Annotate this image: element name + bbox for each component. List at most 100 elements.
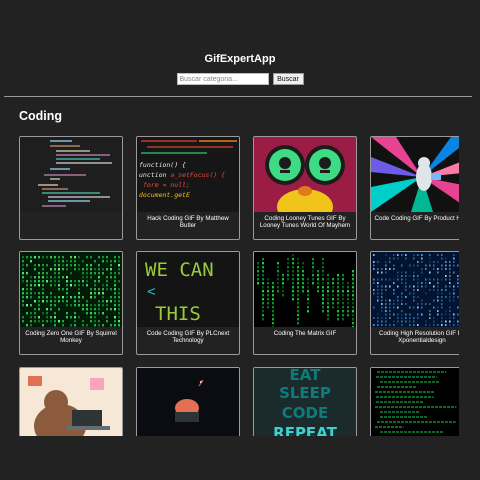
binary-digit — [381, 324, 383, 326]
gif-card[interactable]: WE CAN < THIS Code Coding GIF By PLCnext… — [136, 251, 240, 355]
matrix-glyph — [257, 278, 259, 281]
matrix-glyph — [347, 286, 349, 289]
binary-digit — [62, 276, 64, 279]
matrix-glyph — [337, 306, 339, 309]
gif-card[interactable]: Coding The Matrix GIF — [253, 251, 357, 355]
gif-card[interactable] — [370, 367, 459, 436]
binary-digit — [421, 306, 423, 309]
binary-digit — [58, 308, 60, 311]
search-input[interactable] — [176, 73, 269, 85]
matrix-glyph — [297, 274, 299, 277]
gif-card[interactable] — [136, 367, 240, 436]
binary-digit — [58, 320, 60, 323]
binary-digit — [58, 296, 60, 299]
binary-digit — [74, 304, 76, 307]
binary-digit — [441, 299, 443, 302]
binary-digit — [393, 303, 395, 305]
binary-digit — [409, 313, 411, 316]
binary-digit — [82, 260, 84, 263]
binary-digit — [393, 257, 395, 260]
binary-digit — [401, 317, 403, 319]
binary-digit — [50, 268, 52, 271]
gif-card[interactable] — [19, 136, 123, 240]
binary-digit — [42, 284, 44, 287]
binary-digit — [385, 303, 387, 305]
binary-digit — [377, 261, 379, 263]
binary-digit — [373, 324, 375, 326]
gif-card[interactable] — [19, 367, 123, 436]
binary-digit — [70, 264, 72, 267]
binary-digit — [405, 303, 407, 305]
binary-digit — [449, 285, 451, 288]
gif-card[interactable]: Code Coding GIF By Product Hunt — [370, 136, 459, 240]
binary-digit — [441, 268, 443, 270]
binary-digit — [449, 299, 451, 302]
binary-digit — [453, 257, 455, 260]
gif-card[interactable]: function() { unction a_setFocus() { form… — [136, 136, 240, 240]
matrix-glyph — [327, 314, 329, 317]
binary-digit — [54, 280, 56, 283]
binary-digit — [393, 292, 395, 295]
gif-card[interactable]: Coding Zero One GIF By Squirrel Monkey — [19, 251, 123, 355]
matrix-glyph — [297, 318, 299, 321]
binary-digit — [393, 306, 395, 309]
binary-digit — [46, 316, 48, 319]
sleep-line: SLEEP — [279, 384, 331, 402]
binary-digit — [437, 306, 439, 309]
binary-digit — [106, 288, 108, 291]
binary-digit — [429, 324, 431, 326]
binary-digit — [90, 268, 92, 271]
binary-digit — [98, 276, 100, 279]
gif-card[interactable]: Coding Looney Tunes GIF By Looney Tunes … — [253, 136, 357, 240]
binary-digit — [66, 280, 68, 283]
binary-digit — [405, 282, 407, 284]
matrix-glyph — [322, 298, 324, 301]
matrix-glyph — [352, 302, 354, 305]
binary-digit — [437, 310, 439, 312]
binary-digit — [417, 254, 419, 256]
matrix-glyph — [267, 286, 269, 289]
binary-digit — [449, 324, 451, 326]
gif-card[interactable]: Coding High Resolution GIF By Xponential… — [370, 251, 459, 355]
matrix-glyph — [262, 262, 264, 265]
code-line: CODE — [282, 404, 328, 422]
binary-digit — [433, 261, 435, 263]
binary-digit — [58, 280, 60, 283]
binary-digit — [94, 280, 96, 283]
matrix-glyph — [267, 278, 269, 281]
binary-rain-thumbnail — [20, 252, 122, 327]
matrix-glyph — [297, 270, 299, 273]
matrix-glyph — [352, 314, 354, 317]
matrix-glyph — [332, 302, 334, 305]
binary-digit — [118, 280, 120, 283]
binary-digit — [30, 288, 32, 291]
binary-digit — [405, 289, 407, 291]
binary-digit — [385, 310, 387, 312]
matrix-glyph — [352, 290, 354, 293]
gif-card[interactable]: EAT SLEEP CODE REPEAT — [253, 367, 357, 436]
matrix-glyph — [297, 298, 299, 301]
matrix-glyph — [322, 274, 324, 277]
binary-digit — [114, 316, 116, 319]
binary-digit — [38, 272, 40, 275]
matrix-glyph — [262, 298, 264, 301]
matrix-glyph — [342, 314, 344, 317]
binary-digit — [433, 278, 435, 281]
matrix-glyph — [337, 318, 339, 321]
matrix-glyph — [352, 310, 354, 313]
matrix-glyph — [297, 310, 299, 313]
matrix-glyph — [342, 278, 344, 281]
matrix-glyph — [327, 294, 329, 297]
binary-digit — [397, 303, 399, 305]
binary-digit — [377, 278, 379, 281]
matrix-glyph — [267, 302, 269, 305]
binary-digit — [94, 320, 96, 323]
binary-digit — [94, 304, 96, 307]
binary-digit — [385, 306, 387, 309]
binary-digit — [106, 268, 108, 271]
binary-digit — [409, 320, 411, 323]
search-button[interactable]: Buscar — [272, 73, 304, 85]
matrix-glyph — [292, 286, 294, 289]
binary-digit — [425, 282, 427, 284]
eat-sleep-code-thumbnail: EAT SLEEP CODE REPEAT — [254, 368, 356, 436]
